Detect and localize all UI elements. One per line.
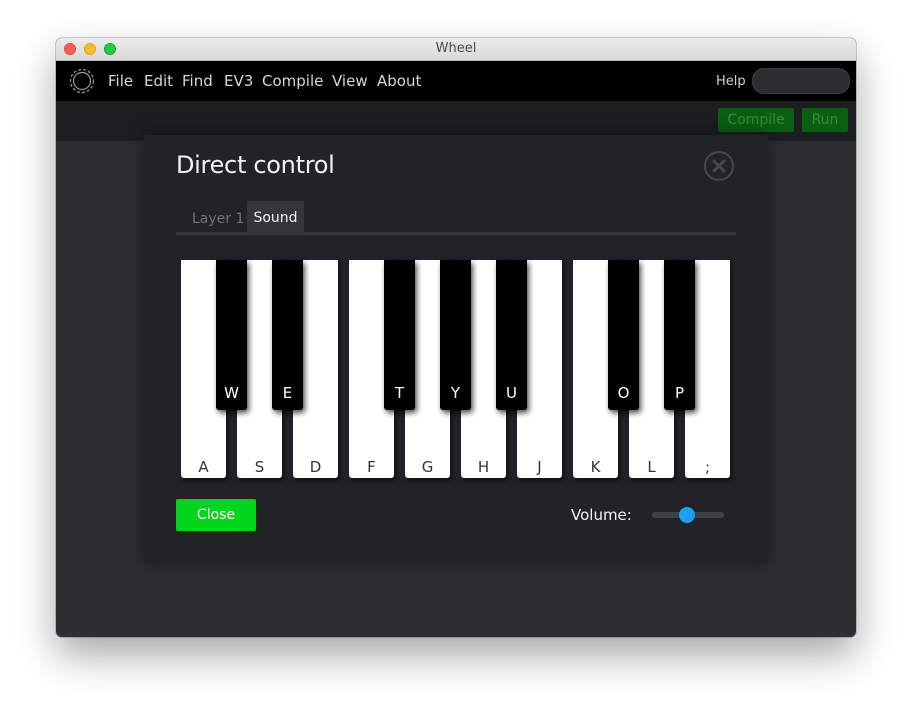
key-label: U [506,384,517,402]
run-button[interactable]: Run [802,108,848,132]
black-key-u[interactable]: U [496,260,527,410]
key-label: T [394,384,405,402]
black-key-t[interactable]: T [384,260,415,410]
key-label: ; [704,458,711,476]
black-key-e[interactable]: E [272,260,303,410]
compile-button[interactable]: Compile [718,108,794,132]
key-label: L [647,458,656,476]
black-key-p[interactable]: P [664,260,695,410]
volume-label: Volume: [571,506,632,524]
dialog-title: Direct control [176,151,335,179]
help-label: Help [716,74,746,89]
menu-edit[interactable]: Edit [144,72,173,90]
key-label: D [309,458,322,476]
app-window: Wheel File Edit Find EV3 Compile View Ab… [56,38,856,637]
black-key-y[interactable]: Y [440,260,471,410]
key-label: W [224,384,239,402]
volume-slider[interactable] [652,507,724,523]
key-label: S [254,458,265,476]
key-label: O [617,384,630,402]
key-label: G [421,458,434,476]
menu-file[interactable]: File [108,72,133,90]
tab-layer-1[interactable]: Layer 1 [192,211,244,227]
direct-control-dialog: Direct control Layer 1 Sound A S D F G H… [144,135,768,563]
menu-find[interactable]: Find [182,72,213,90]
help-search-input[interactable] [752,68,850,94]
window-title: Wheel [435,41,477,56]
wheel-logo-icon[interactable] [68,67,96,95]
menu-bar: File Edit Find EV3 Compile View About He… [56,61,856,101]
black-key-w[interactable]: W [216,260,247,410]
key-label: P [674,384,685,402]
title-bar: Wheel [56,38,856,61]
menu-compile[interactable]: Compile [262,72,323,90]
key-label: J [537,458,542,476]
piano-keyboard: A S D F G H J K L ; W E T Y U O P [181,260,733,478]
close-button[interactable]: Close [176,499,256,531]
key-label: E [282,384,293,402]
menu-view[interactable]: View [332,72,368,90]
volume-slider-thumb[interactable] [678,507,695,523]
key-label: H [477,458,490,476]
menu-ev3[interactable]: EV3 [224,72,253,90]
key-label: A [198,458,209,476]
dialog-close-icon[interactable] [704,151,734,181]
key-label: K [590,458,601,476]
menu-about[interactable]: About [377,72,421,90]
tab-sound[interactable]: Sound [247,201,304,235]
black-key-o[interactable]: O [608,260,639,410]
key-label: F [367,458,376,476]
key-label: Y [450,384,461,402]
